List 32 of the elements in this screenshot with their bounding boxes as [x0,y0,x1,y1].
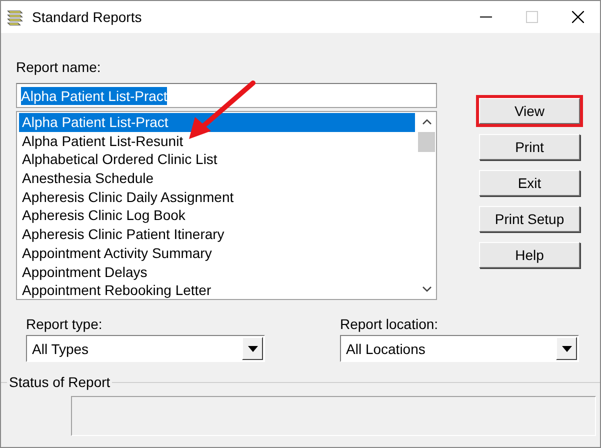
list-item[interactable]: Alpha Patient List-Resunit [19,132,415,150]
dialog-button[interactable]: View [479,98,580,124]
list-item[interactable]: Alpha Patient List-Pract [19,113,415,132]
field-label: Report name: [16,59,102,75]
annotation-arrow [187,79,257,141]
list-item[interactable]: Apheresis Clinic Log Book [19,206,415,226]
list-item[interactable]: Appointment Delays [19,262,415,282]
list-item[interactable]: Alphabetical Ordered Clinic List [19,150,415,170]
caret-icon[interactable] [562,346,572,352]
scroll-up-icon[interactable] [422,119,432,125]
report-location-dropdown[interactable]: All Locations [340,335,579,362]
field-label: Report location: [340,316,440,332]
scroll-thumb[interactable] [418,132,435,152]
list-item[interactable]: Appointment Rebooking Letter [19,281,415,300]
dialog-button[interactable]: Help [479,242,580,268]
group-label: Status of Report [7,374,112,390]
list-item[interactable]: Appointment Activity Summary [19,244,415,262]
report-list[interactable] [16,111,437,300]
report-name-field[interactable]: Alpha Patient List-Pract [16,83,437,108]
list-item[interactable]: Anesthesia Schedule [19,169,415,188]
field-label: Report type: [26,316,104,332]
stacked-pages-icon [6,8,24,26]
close-icon[interactable] [572,11,584,23]
dialog-button[interactable]: Print [479,134,580,160]
caret-icon[interactable] [248,346,258,352]
report-type-dropdown[interactable]: All Types [26,335,265,362]
dialog-button[interactable]: Print Setup [479,206,580,232]
dialog-button[interactable]: Exit [479,170,580,196]
scroll-down-icon[interactable] [422,286,432,292]
list-item[interactable]: Apheresis Clinic Patient Itinerary [19,225,415,244]
list-item[interactable]: Apheresis Clinic Daily Assignment [19,188,415,206]
window-title: Standard Reports [32,9,143,25]
